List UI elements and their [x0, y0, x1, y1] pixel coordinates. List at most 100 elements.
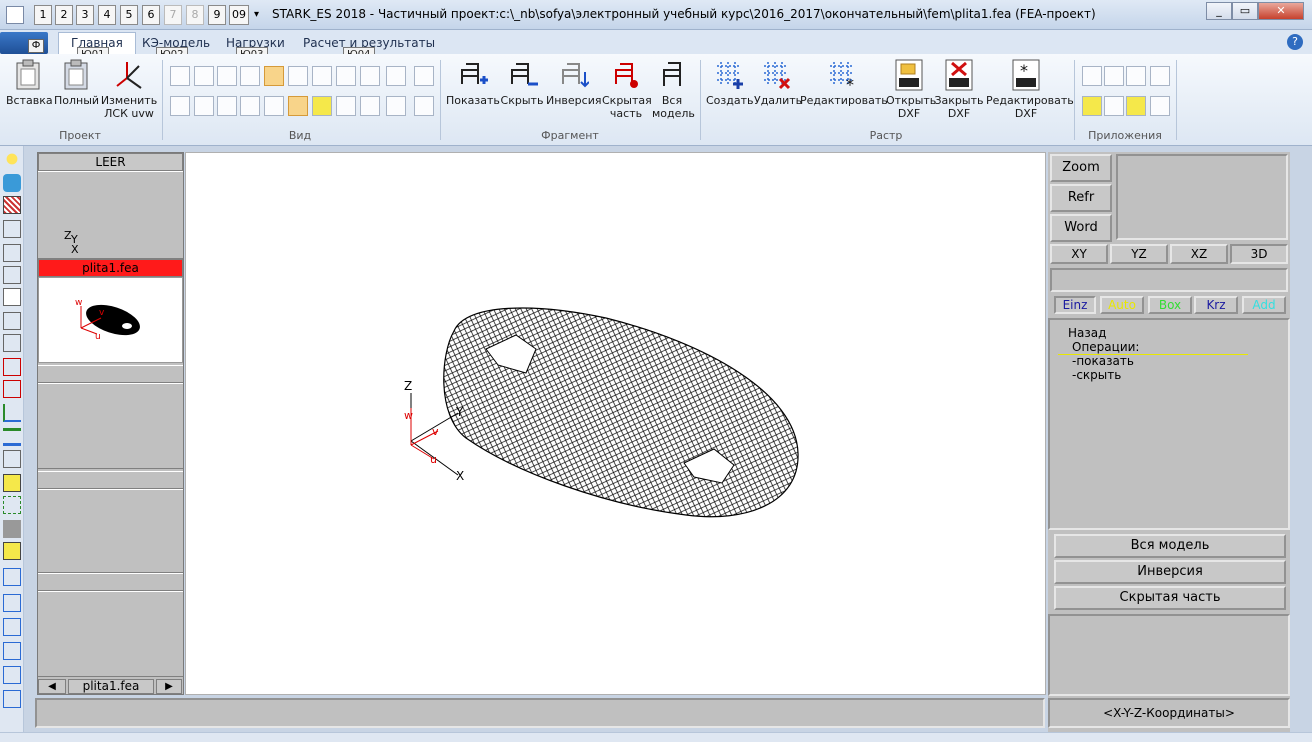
close-button[interactable]: ✕	[1258, 2, 1304, 20]
raster-create-button[interactable]: Создать	[706, 58, 754, 107]
app-pen-icon[interactable]	[1126, 96, 1146, 116]
numbers-icon[interactable]	[3, 334, 21, 352]
edit-dxf-button[interactable]: * Редактировать DXF	[986, 58, 1074, 120]
add-elem-icon[interactable]	[3, 618, 21, 636]
view-yz-button[interactable]: YZ	[1110, 244, 1168, 264]
word-button[interactable]: Word	[1050, 214, 1112, 242]
inversion-button[interactable]: Инверсия	[546, 58, 601, 107]
help-icon[interactable]: ?	[1287, 34, 1303, 50]
view-xz-icon[interactable]	[3, 244, 21, 262]
scroll-left-button[interactable]: ◀	[38, 679, 66, 694]
whole-model-button[interactable]: Вся модель	[652, 58, 695, 120]
leer-header[interactable]: LEER	[38, 153, 183, 171]
add-knfl-icon[interactable]	[3, 666, 21, 684]
bottom-file-tab[interactable]: plita1.fea	[68, 679, 154, 694]
text-size-icon[interactable]	[3, 450, 21, 468]
quick-btn-9[interactable]: 9	[208, 5, 226, 25]
quick-btn-3[interactable]: 3	[76, 5, 94, 25]
view-xz-button[interactable]: XZ	[1170, 244, 1228, 264]
view-side-icon[interactable]	[217, 66, 237, 86]
i-beam-icon[interactable]	[3, 542, 21, 560]
add-node-icon[interactable]	[3, 568, 21, 586]
view-yz-icon[interactable]	[3, 266, 21, 284]
zoom-button[interactable]: Zoom	[1050, 154, 1112, 182]
maximize-button[interactable]: ▭	[1232, 2, 1258, 20]
app-design-icon[interactable]	[1104, 96, 1124, 116]
model-canvas[interactable]: Z Y X w v u	[185, 152, 1046, 695]
raster-edit-button[interactable]: * Редактировать	[800, 58, 888, 107]
mode-add-button[interactable]: Add	[1242, 296, 1286, 314]
view-front-icon[interactable]	[240, 66, 260, 86]
menu-show[interactable]: -показать	[1072, 354, 1134, 368]
app-y-icon[interactable]	[1082, 96, 1102, 116]
view-xy-icon[interactable]	[3, 220, 21, 238]
material-m-icon[interactable]	[312, 96, 332, 116]
customize-chevron-icon[interactable]: ▾	[254, 9, 259, 20]
mode-auto-button[interactable]: Auto	[1100, 296, 1144, 314]
layers-icon[interactable]	[386, 96, 406, 116]
whole-model-action-button[interactable]: Вся модель	[1054, 534, 1286, 558]
hide-button[interactable]: Скрыть	[500, 58, 544, 107]
hidden-part-button[interactable]: Скрытая часть	[602, 58, 652, 120]
light-bulb-icon[interactable]	[240, 96, 260, 116]
app-tool-icon[interactable]	[1126, 66, 1146, 86]
zoom-out-icon[interactable]	[217, 96, 237, 116]
zoom-in-icon[interactable]	[194, 96, 214, 116]
show-button[interactable]: Показать	[446, 58, 500, 107]
view-xy-icon[interactable]	[170, 66, 190, 86]
quick-btn-7[interactable]: 7	[164, 5, 182, 25]
quick-btn-5[interactable]: 5	[120, 5, 138, 25]
hatch-icon[interactable]	[3, 196, 21, 214]
remove-node-icon[interactable]	[3, 594, 21, 612]
full-button[interactable]: Полный	[54, 58, 99, 107]
view-xy-button[interactable]: XY	[1050, 244, 1108, 264]
quick-btn-09[interactable]: 09	[229, 5, 249, 25]
mode-krz-button[interactable]: Krz	[1194, 296, 1238, 314]
app-edit-icon[interactable]	[1150, 66, 1170, 86]
bulb-icon[interactable]	[3, 150, 21, 168]
raster-delete-button[interactable]: Удалить	[754, 58, 802, 107]
hidden-part-action-button[interactable]: Скрытая часть	[1054, 586, 1286, 610]
remove-elem-icon[interactable]	[3, 642, 21, 660]
app-cloud-icon[interactable]	[1104, 66, 1124, 86]
refr-button[interactable]: Refr	[1050, 184, 1112, 212]
view-3d-icon[interactable]	[3, 288, 21, 306]
quick-btn-6[interactable]: 6	[142, 5, 160, 25]
inversion-action-button[interactable]: Инверсия	[1054, 560, 1286, 584]
zoom-icon[interactable]	[170, 96, 190, 116]
view-grid-icon[interactable]	[336, 66, 356, 86]
minimize-button[interactable]: _	[1206, 2, 1232, 20]
menu-back[interactable]: Назад	[1068, 326, 1106, 340]
quick-btn-2[interactable]: 2	[55, 5, 73, 25]
view-grid-red-icon[interactable]	[360, 66, 380, 86]
grid-red-icon[interactable]	[3, 358, 21, 376]
grid-icon[interactable]	[3, 380, 21, 398]
i-beam-icon[interactable]	[336, 96, 356, 116]
view-mesh-icon[interactable]	[288, 66, 308, 86]
model-thumbnail[interactable]: w v u	[38, 277, 183, 363]
text-size-icon[interactable]	[414, 96, 434, 116]
menu-hide[interactable]: -скрыть	[1072, 368, 1121, 382]
app-menu-icon[interactable]	[6, 6, 24, 24]
hatch-icon[interactable]	[288, 96, 308, 116]
view-3d-icon[interactable]	[264, 66, 284, 86]
mesh-icon[interactable]	[3, 312, 21, 330]
change-lcs-button[interactable]: Изменить ЛСК uvw	[100, 58, 158, 120]
scroll-right-button[interactable]: ▶	[156, 679, 182, 694]
view-numbers-icon[interactable]	[312, 66, 332, 86]
remove-knfl-icon[interactable]	[3, 690, 21, 708]
app-terrain-icon[interactable]	[1082, 66, 1102, 86]
insert-button[interactable]: Вставка	[6, 58, 53, 107]
quick-btn-1[interactable]: 1	[34, 5, 52, 25]
view-axis-icon[interactable]	[414, 66, 434, 86]
mode-box-button[interactable]: Box	[1148, 296, 1192, 314]
app-books-icon[interactable]	[1150, 96, 1170, 116]
view-3d-button[interactable]: 3D	[1230, 244, 1288, 264]
close-dxf-button[interactable]: Закрыть DXF	[934, 58, 984, 120]
quick-btn-4[interactable]: 4	[98, 5, 116, 25]
axis-icon[interactable]	[3, 404, 21, 422]
view-top-icon[interactable]	[194, 66, 214, 86]
view-nodes-icon[interactable]	[386, 66, 406, 86]
quick-btn-8[interactable]: 8	[186, 5, 204, 25]
cylinder-icon[interactable]	[264, 96, 284, 116]
